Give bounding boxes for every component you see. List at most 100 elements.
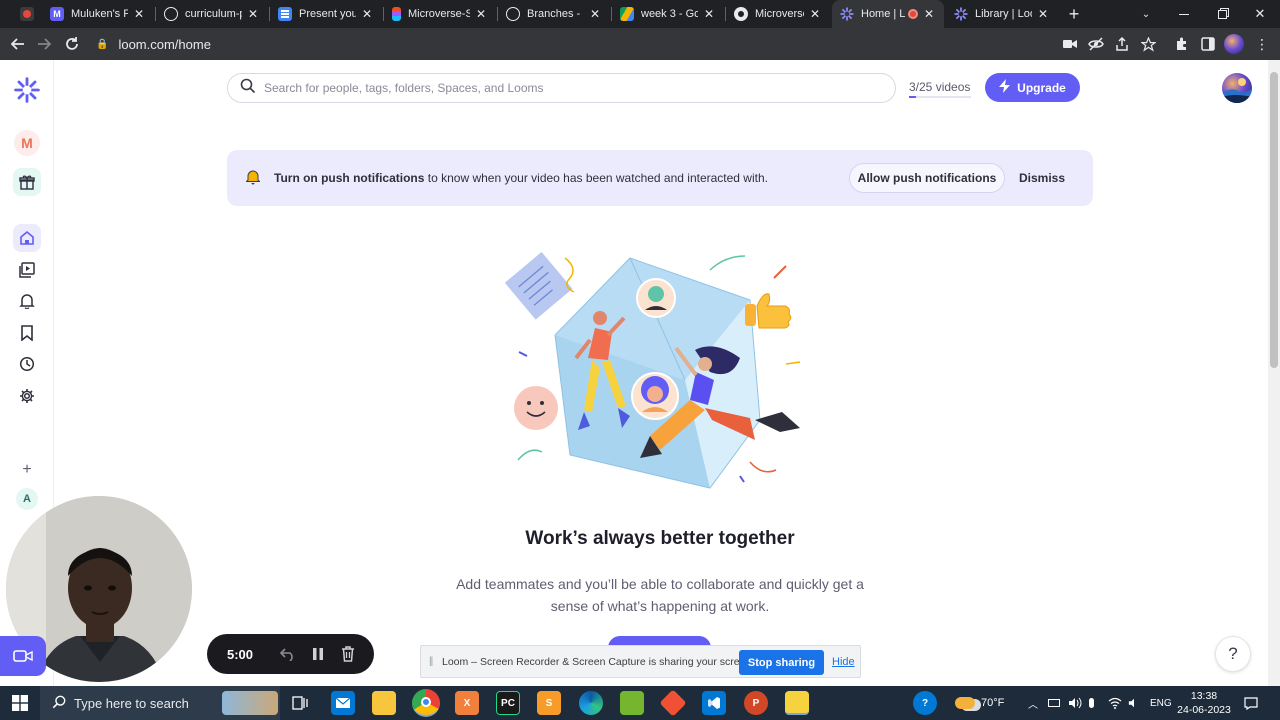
task-view-icon[interactable] — [288, 691, 312, 715]
close-icon[interactable]: ✕ — [360, 7, 374, 21]
edge-icon[interactable] — [579, 691, 603, 715]
browser-toolbar: 🔒 loom.com/home ⋮ — [0, 28, 1280, 60]
camera-icon[interactable] — [1058, 32, 1082, 56]
forward-button[interactable] — [32, 32, 56, 56]
pause-icon[interactable] — [309, 645, 327, 663]
help-button[interactable]: ? — [1215, 636, 1251, 672]
search-input[interactable] — [264, 81, 864, 95]
browser-tab-active[interactable]: Home | L ✕ — [832, 0, 944, 28]
pycharm-icon[interactable]: PC — [496, 691, 520, 715]
video-count-progress — [909, 96, 971, 98]
windows-start-button[interactable] — [0, 686, 40, 720]
close-icon[interactable]: ✕ — [132, 7, 146, 21]
close-icon[interactable]: ✕ — [474, 7, 488, 21]
scroll-thumb[interactable] — [1270, 72, 1278, 368]
user-avatar[interactable] — [1222, 73, 1252, 103]
battery-icon[interactable] — [1048, 686, 1060, 720]
language-indicator[interactable]: ENG — [1150, 686, 1172, 720]
close-icon[interactable]: ✕ — [588, 7, 602, 21]
browser-tab-3[interactable]: Present your ✕ — [270, 0, 382, 28]
notifications-icon[interactable] — [13, 287, 41, 315]
eye-off-icon[interactable] — [1084, 32, 1108, 56]
browser-tab-6[interactable]: week 3 - Goo ✕ — [612, 0, 724, 28]
more-menu-icon[interactable]: ⋮ — [1250, 32, 1274, 56]
teamwork-illustration — [500, 240, 820, 495]
volume-icon[interactable] — [1068, 686, 1082, 720]
search-bar[interactable] — [227, 73, 896, 103]
speaker-icon[interactable] — [1128, 686, 1140, 720]
file-explorer-icon[interactable] — [372, 691, 396, 715]
workspace-avatar[interactable]: M — [14, 130, 40, 156]
page-scrollbar[interactable] — [1268, 60, 1280, 686]
browser-tab-2[interactable]: curriculum-p ✕ — [156, 0, 268, 28]
hide-link[interactable]: Hide — [832, 656, 855, 668]
add-workspace-icon[interactable]: + — [13, 456, 41, 484]
drag-handle-icon[interactable]: || — [429, 656, 433, 667]
browser-tab-4[interactable]: Microverse-S ✕ — [384, 0, 496, 28]
trash-icon[interactable] — [339, 645, 357, 663]
close-icon[interactable]: ✕ — [922, 7, 936, 21]
share-icon[interactable] — [1110, 32, 1134, 56]
history-icon[interactable] — [13, 350, 41, 378]
browser-tab-5[interactable]: Branches - m ✕ — [498, 0, 610, 28]
dismiss-button[interactable]: Dismiss — [1014, 163, 1070, 193]
bell-icon — [245, 169, 261, 190]
settings-icon[interactable] — [13, 382, 41, 410]
close-icon[interactable]: ✕ — [1036, 7, 1050, 21]
undo-icon[interactable] — [279, 645, 297, 663]
tab-search-chevron-icon[interactable]: ⌄ — [1136, 0, 1156, 28]
upgrade-label: Upgrade — [1017, 80, 1066, 95]
address-bar[interactable]: 🔒 loom.com/home — [96, 33, 1166, 55]
microphone-icon[interactable] — [1089, 686, 1094, 720]
tab-title: Muluken's Pr — [71, 8, 128, 20]
loom-logo-icon[interactable] — [13, 76, 41, 104]
browser-tab-7[interactable]: Microverse P ✕ — [726, 0, 830, 28]
close-icon[interactable]: ✕ — [702, 7, 716, 21]
restore-window-button[interactable] — [1212, 0, 1232, 28]
chevron-up-icon[interactable]: ︿ — [1028, 686, 1038, 720]
notepad-plus-plus-icon[interactable] — [620, 691, 644, 715]
stop-sharing-button[interactable]: Stop sharing — [739, 650, 824, 675]
powerpoint-icon[interactable]: P — [744, 691, 768, 715]
bookmark-star-icon[interactable] — [1136, 32, 1160, 56]
xampp-icon[interactable]: X — [455, 691, 479, 715]
git-icon[interactable] — [659, 689, 687, 717]
notification-center-icon[interactable] — [1244, 686, 1258, 720]
taskbar-clock[interactable]: 13:38 24-06-2023 — [1176, 689, 1232, 717]
vscode-icon[interactable] — [702, 691, 726, 715]
close-icon[interactable]: ✕ — [246, 7, 260, 21]
wifi-icon[interactable] — [1108, 686, 1122, 720]
space-avatar[interactable]: A — [16, 488, 38, 510]
recording-controls: 5:00 — [207, 634, 374, 674]
chrome-icon[interactable] — [412, 689, 440, 717]
home-icon[interactable] — [13, 224, 41, 252]
extensions-puzzle-icon[interactable] — [1170, 32, 1194, 56]
sublime-text-icon[interactable]: S — [537, 691, 561, 715]
browser-tab-9[interactable]: Library | Loo ✕ — [946, 0, 1058, 28]
minimize-window-button[interactable] — [1174, 0, 1194, 28]
help-tips-icon[interactable]: ? — [913, 691, 937, 715]
side-panel-icon[interactable] — [1196, 32, 1220, 56]
sticky-notes-icon[interactable] — [785, 691, 809, 715]
upgrade-button[interactable]: Upgrade — [985, 73, 1080, 102]
mail-icon[interactable] — [331, 691, 355, 715]
google-drive-icon — [620, 7, 634, 21]
back-button[interactable] — [6, 32, 30, 56]
gift-icon[interactable] — [13, 168, 41, 196]
camera-toggle-button[interactable] — [0, 636, 46, 676]
close-icon[interactable]: ✕ — [808, 7, 822, 21]
video-count[interactable]: 3/25 videos — [909, 80, 970, 94]
browser-tab-1[interactable]: M Muluken's Pr ✕ — [42, 0, 154, 28]
profile-avatar-icon[interactable] — [1222, 32, 1246, 56]
recording-dot-icon — [20, 7, 34, 21]
allow-push-notifications-button[interactable]: Allow push notifications — [849, 163, 1005, 193]
new-tab-button[interactable]: + — [1064, 0, 1084, 28]
weather-widget[interactable]: 70°F — [955, 686, 1004, 720]
url-text: loom.com/home — [118, 36, 211, 52]
close-window-button[interactable]: ✕ — [1250, 0, 1270, 28]
browser-tab-recording[interactable] — [12, 0, 38, 28]
weather-temp: 70°F — [981, 697, 1005, 709]
bookmark-icon[interactable] — [13, 319, 41, 347]
library-icon[interactable] — [13, 256, 41, 284]
reload-button[interactable] — [60, 32, 84, 56]
